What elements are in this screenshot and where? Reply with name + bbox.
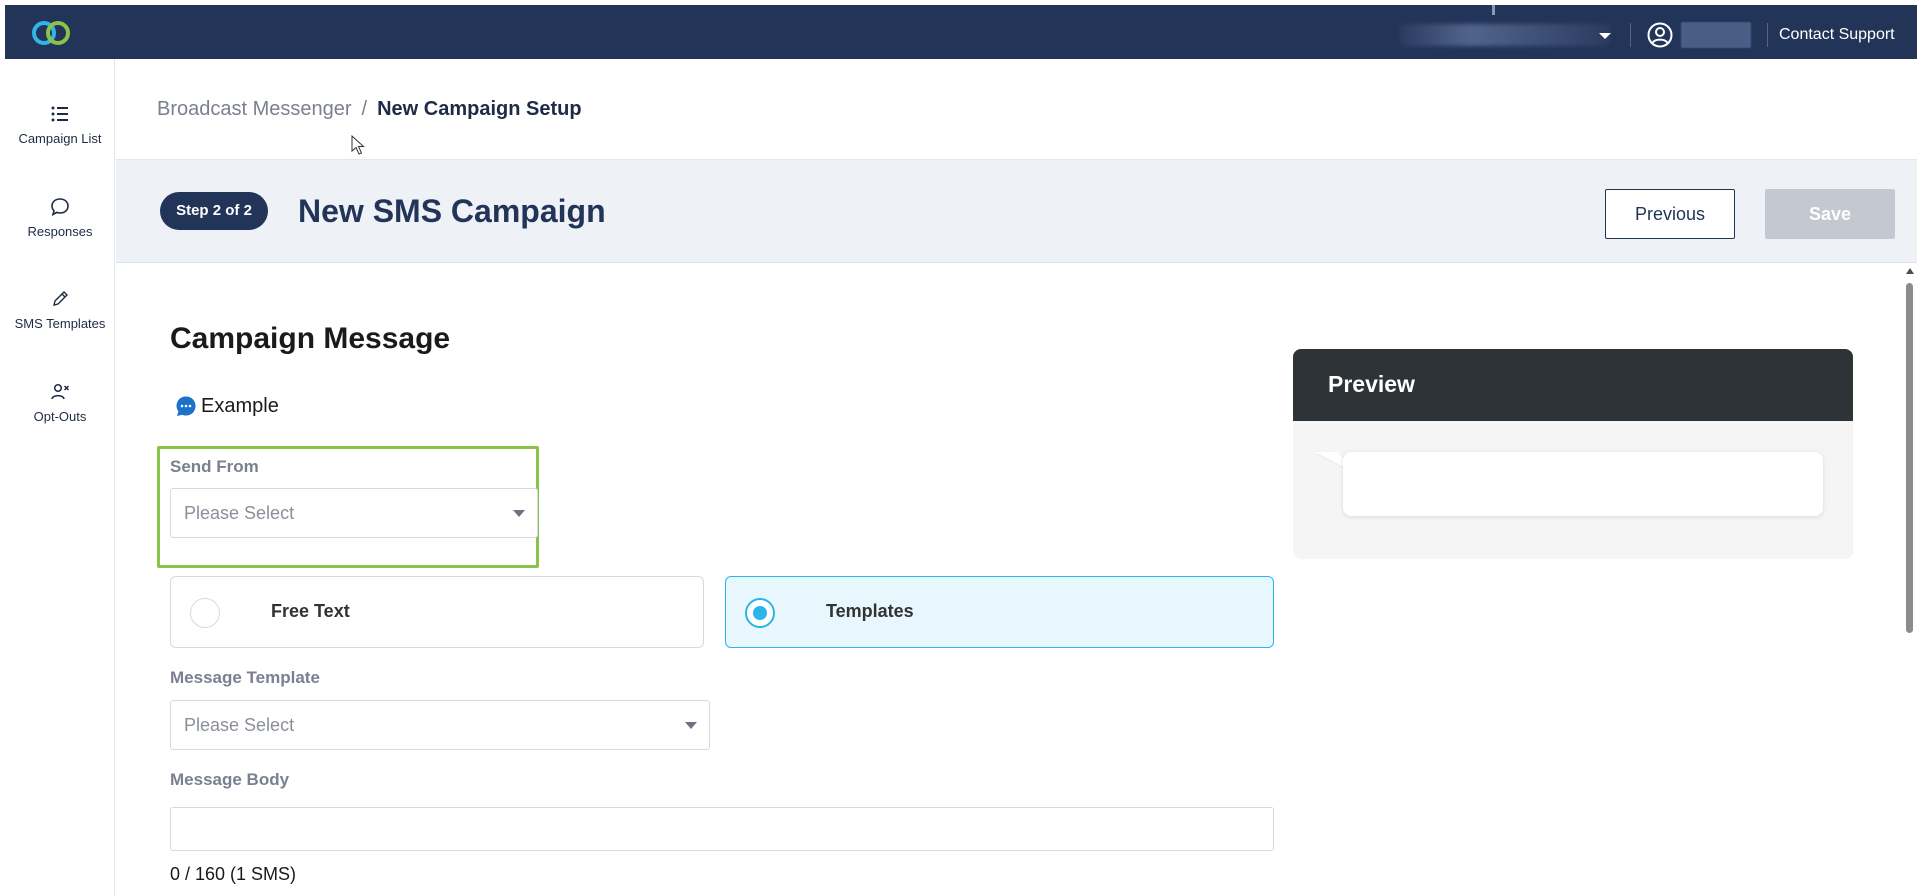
character-counter: 0 / 160 (1 SMS): [170, 864, 297, 884]
chevron-down-icon[interactable]: [1595, 26, 1615, 46]
free-text-label: Free Text: [271, 601, 350, 621]
message-template-select[interactable]: Please Select: [170, 700, 710, 750]
free-text-option[interactable]: Free Text: [170, 576, 704, 648]
previous-button[interactable]: Previous: [1605, 189, 1735, 239]
preview-panel: Preview: [1293, 349, 1853, 559]
message-template-label: Message Template: [170, 668, 320, 687]
step-badge: Step 2 of 2: [160, 192, 268, 230]
send-from-label: Send From: [170, 457, 259, 476]
scroll-up-arrow-icon[interactable]: [1906, 268, 1914, 274]
breadcrumb: Broadcast Messenger / New Campaign Setup: [157, 97, 582, 121]
message-bubble: [1343, 452, 1823, 516]
message-body-label: Message Body: [170, 770, 290, 789]
cursor-marker: [1492, 5, 1495, 15]
user-name[interactable]: [1681, 22, 1751, 48]
breadcrumb-separator: /: [361, 98, 368, 120]
breadcrumb-link-broadcast-messenger[interactable]: Broadcast Messenger: [157, 98, 352, 120]
app-window: Contact Support Campaign List Responses …: [5, 5, 1917, 896]
radio-button-selected[interactable]: [745, 598, 775, 628]
sidebar-item-label: Responses: [27, 224, 93, 239]
radio-button[interactable]: [190, 598, 220, 628]
sidebar-item-opt-outs[interactable]: Opt-Outs: [5, 381, 115, 461]
chevron-down-icon: [685, 722, 697, 729]
sidebar-item-sms-templates[interactable]: SMS Templates: [5, 288, 115, 368]
message-body-input[interactable]: [170, 807, 1274, 851]
sidebar-item-label: Campaign List: [18, 131, 102, 146]
mouse-pointer-icon: [351, 135, 365, 155]
send-from-placeholder: Please Select: [184, 503, 295, 523]
message-template-placeholder: Please Select: [184, 715, 295, 735]
sidebar-item-label: Opt-Outs: [33, 409, 87, 424]
templates-label: Templates: [826, 601, 914, 621]
account-selector[interactable]: [1400, 24, 1610, 46]
page-title: New SMS Campaign: [298, 193, 606, 229]
preview-title: Preview: [1328, 371, 1415, 397]
list-icon: [51, 106, 68, 122]
save-button[interactable]: Save: [1765, 189, 1895, 239]
chat-bubble-icon: [51, 198, 69, 217]
sidebar: Campaign List Responses SMS Templates Op…: [5, 59, 115, 896]
sidebar-item-campaign-list[interactable]: Campaign List: [5, 103, 115, 183]
pencil-icon: [53, 291, 68, 306]
chat-dots-icon: [176, 396, 196, 416]
preview-header: Preview: [1293, 349, 1853, 421]
sidebar-item-responses[interactable]: Responses: [5, 196, 115, 276]
templates-option[interactable]: Templates: [725, 576, 1274, 648]
user-remove-icon: [51, 383, 70, 400]
sidebar-item-label: SMS Templates: [14, 316, 106, 331]
breadcrumb-current: New Campaign Setup: [377, 98, 582, 120]
divider: [1630, 23, 1631, 47]
example-link[interactable]: Example: [175, 393, 279, 419]
user-circle-icon[interactable]: [1646, 21, 1674, 49]
contact-support-link[interactable]: Contact Support: [1779, 25, 1895, 45]
divider: [1767, 23, 1768, 47]
scrollbar[interactable]: [1903, 264, 1917, 896]
section-title: Campaign Message: [170, 322, 451, 355]
example-label: Example: [201, 394, 279, 417]
chevron-down-icon: [513, 510, 525, 517]
logo-icon[interactable]: [29, 18, 73, 48]
scroll-thumb[interactable]: [1906, 283, 1913, 633]
send-from-select[interactable]: Please Select: [170, 488, 538, 538]
top-bar: Contact Support: [5, 5, 1917, 59]
